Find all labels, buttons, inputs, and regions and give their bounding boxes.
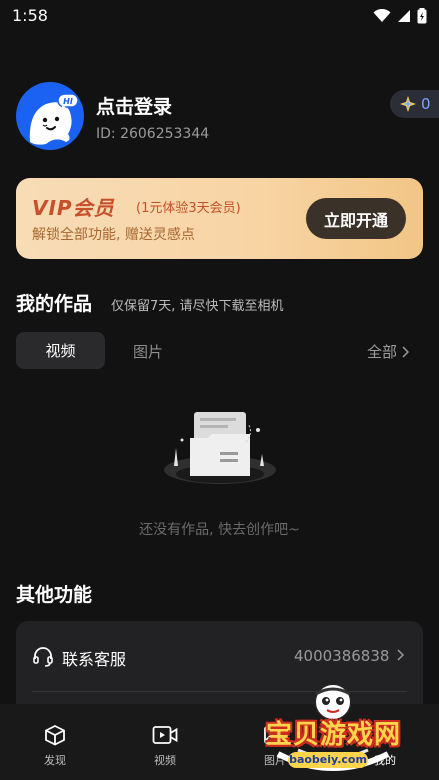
nav-video[interactable]: 视频: [125, 704, 205, 780]
works-note: 仅保留7天, 请尽快下载至相机: [111, 299, 284, 314]
sparkle-icon: [400, 96, 416, 112]
customer-service-phone: 4000386838: [294, 647, 390, 665]
nav-video-label: 视频: [154, 754, 176, 767]
tab-image[interactable]: 图片: [133, 341, 163, 362]
all-works-label: 全部: [367, 343, 398, 361]
vip-trial-offer: (1元体验3天会员): [136, 201, 241, 216]
works-header: 我的作品 仅保留7天, 请尽快下载至相机: [16, 289, 423, 316]
vip-subscribe-button[interactable]: 立即开通: [306, 198, 406, 239]
avatar-hi-text: HI: [63, 97, 73, 106]
login-link[interactable]: 点击登录: [96, 92, 172, 119]
watermark-title: 宝贝游戏网: [266, 720, 402, 750]
empty-folder-icon: [164, 412, 276, 484]
status-time: 1:58: [12, 6, 48, 25]
user-id: ID: 2606253344: [96, 126, 210, 142]
watermark-url: baobeiy.com: [288, 752, 368, 768]
chevron-right-icon: [397, 649, 404, 661]
status-icons: [373, 8, 427, 24]
cube-icon: [45, 724, 65, 746]
signal-icon: [398, 10, 410, 22]
profile-section: HI 点击登录 ID: 2606253344 0: [16, 82, 439, 150]
watermark-logo: 宝贝游戏网 baobeiy.com: [258, 680, 408, 780]
empty-state-text: 还没有作品, 快去创作吧~: [139, 522, 300, 538]
other-functions-title: 其他功能: [16, 584, 93, 606]
battery-icon: [417, 8, 427, 24]
vip-title: VIP会员: [32, 196, 115, 220]
nav-discover[interactable]: 发现: [15, 704, 95, 780]
points-value: 0: [421, 95, 431, 113]
chevron-right-icon: [402, 345, 410, 358]
headset-icon: [33, 647, 53, 667]
vip-description: 解锁全部功能, 赠送灵感点: [32, 227, 195, 243]
tab-video[interactable]: 视频: [16, 332, 105, 369]
wifi-icon: [373, 9, 391, 22]
video-icon: [152, 726, 178, 744]
status-bar: 1:58: [0, 0, 439, 32]
vip-card[interactable]: VIP会员 (1元体验3天会员) 解锁全部功能, 赠送灵感点 立即开通: [16, 178, 423, 259]
nav-discover-label: 发现: [44, 754, 66, 767]
all-works-link[interactable]: 全部: [367, 341, 410, 362]
avatar-ghost-icon: HI: [29, 93, 79, 145]
customer-service-label: 联系客服: [62, 650, 127, 669]
points-badge[interactable]: 0: [390, 90, 439, 118]
avatar[interactable]: HI: [16, 82, 84, 150]
